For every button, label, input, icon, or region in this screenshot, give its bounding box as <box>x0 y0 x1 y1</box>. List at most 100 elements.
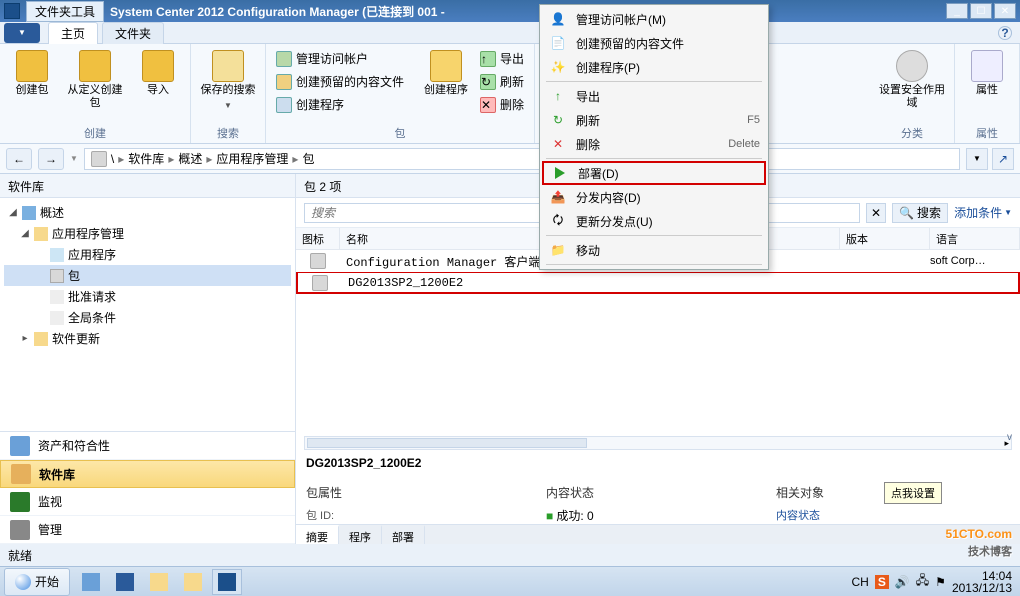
help-icon[interactable]: ? <box>998 26 1012 40</box>
clock-time[interactable]: 14:04 <box>952 570 1012 582</box>
breadcrumb[interactable]: \▸ 软件库▸ 概述▸ 应用程序管理▸ 包 <box>84 148 960 170</box>
ctx-create-program[interactable]: ✨创建程序(P) <box>542 55 766 79</box>
table-row-selected[interactable]: DG2013SP2_1200E2 <box>296 272 1020 294</box>
wunderbar-administration[interactable]: 管理 <box>0 516 295 544</box>
ctx-manage-access[interactable]: 👤管理访问帐户(M) <box>542 7 766 31</box>
refresh-icon: ↻ <box>548 112 568 128</box>
file-menu-button[interactable]: ▼ <box>4 23 40 43</box>
breadcrumb-root[interactable]: \ <box>111 152 114 166</box>
column-language[interactable]: 语言 <box>930 228 1020 249</box>
wunderbar-assets[interactable]: 资产和符合性 <box>0 432 295 460</box>
group-package-label: 包 <box>272 123 528 141</box>
create-prestaged-content-button[interactable]: 创建预留的内容文件 <box>272 71 408 92</box>
approve-icon <box>50 290 64 304</box>
detail-tab-summary[interactable]: 摘要 <box>296 525 339 544</box>
context-menu: 👤管理访问帐户(M) 📄创建预留的内容文件 ✨创建程序(P) ↑导出 ↻刷新F5… <box>539 4 769 270</box>
ctx-export[interactable]: ↑导出 <box>542 84 766 108</box>
tree-node-approve[interactable]: 批准请求 <box>68 288 116 305</box>
nav-forward-button[interactable]: → <box>38 148 64 170</box>
minimize-button[interactable]: _ <box>946 3 968 19</box>
tab-folder[interactable]: 文件夹 <box>102 22 164 44</box>
ctx-create-prestaged[interactable]: 📄创建预留的内容文件 <box>542 31 766 55</box>
export-button[interactable]: ↑导出 <box>476 48 528 69</box>
detail-tab-deployments[interactable]: 部署 <box>382 525 425 544</box>
ctx-delete[interactable]: ✕删除Delete <box>542 132 766 156</box>
global-icon <box>50 311 64 325</box>
navigation-tree[interactable]: ◢概述 ◢应用程序管理 应用程序 包 批准请求 全局条件 ▸软件更新 <box>0 198 295 431</box>
library-icon <box>11 464 31 484</box>
nav-dropdown-button[interactable]: ▼ <box>966 148 988 170</box>
column-icon[interactable]: 图标 <box>296 228 340 249</box>
clock-date[interactable]: 2013/12/13 <box>952 582 1012 594</box>
detail-collapse-icon[interactable]: v <box>1007 432 1012 443</box>
nav-back-button[interactable]: ← <box>6 148 32 170</box>
tray-flag-icon[interactable]: ⚑ <box>935 575 946 589</box>
close-button[interactable]: ✕ <box>994 3 1016 19</box>
create-program-button-small[interactable]: 创建程序 <box>272 94 408 115</box>
tree-node-appmgmt[interactable]: 应用程序管理 <box>52 225 124 242</box>
overview-icon <box>22 206 36 220</box>
manage-access-accounts-button[interactable]: 管理访问帐户 <box>272 48 408 69</box>
add-condition-link[interactable]: 添加条件▼ <box>954 204 1012 221</box>
package-icon <box>312 275 328 291</box>
taskbar-item[interactable] <box>178 569 208 595</box>
set-security-scope-button[interactable]: 设置安全作用域 <box>876 48 948 112</box>
wunderbar-monitoring[interactable]: 监视 <box>0 488 295 516</box>
detail-tab-programs[interactable]: 程序 <box>339 525 382 544</box>
search-button[interactable]: 🔍搜索 <box>892 203 948 223</box>
tree-node-updates[interactable]: 软件更新 <box>52 330 100 347</box>
properties-button[interactable]: 属性 <box>961 48 1013 99</box>
ime-indicator[interactable]: CH <box>851 575 868 589</box>
search-clear-button[interactable]: ✕ <box>866 203 886 223</box>
column-version[interactable]: 版本 <box>840 228 930 249</box>
nav-up-button[interactable]: ↗ <box>992 148 1014 170</box>
breadcrumb-item[interactable]: 软件库 <box>128 150 164 167</box>
ctx-deploy[interactable]: 部署(D) <box>542 161 766 185</box>
group-search-label: 搜索 <box>197 123 259 141</box>
status-bar: 就绪 <box>0 544 1020 566</box>
tree-node-packages[interactable]: 包 <box>68 267 80 284</box>
breadcrumb-item[interactable]: 包 <box>302 150 314 167</box>
wunderbar: 资产和符合性 软件库 监视 管理 <box>0 431 295 544</box>
refresh-button[interactable]: ↻刷新 <box>476 71 528 92</box>
tree-node-global[interactable]: 全局条件 <box>68 309 116 326</box>
row-manufacturer: soft Corp… <box>930 255 1020 267</box>
delete-button[interactable]: ✕删除 <box>476 94 528 115</box>
content-status-link[interactable]: 内容状态 <box>776 507 1010 523</box>
tab-home[interactable]: 主页 <box>48 22 98 44</box>
detail-package-props-header: 包属性 <box>306 478 526 507</box>
ctx-refresh[interactable]: ↻刷新F5 <box>542 108 766 132</box>
saved-searches-button[interactable]: 保存的搜索▼ <box>197 48 259 114</box>
detail-content-status-header: 内容状态 <box>546 478 756 507</box>
taskbar-item[interactable] <box>76 569 106 595</box>
taskbar-item[interactable] <box>110 569 140 595</box>
pkgid-label: 包 ID: <box>306 507 526 523</box>
tray-icon[interactable]: S <box>875 575 889 589</box>
start-button[interactable]: 开始 <box>4 568 70 596</box>
taskbar-item-active[interactable] <box>212 569 242 595</box>
tree-node-overview[interactable]: 概述 <box>40 204 64 221</box>
ctx-update-dp[interactable]: 🗘更新分发点(U) <box>542 209 766 233</box>
breadcrumb-item[interactable]: 应用程序管理 <box>216 150 288 167</box>
create-program-button[interactable]: 创建程序 <box>420 48 472 99</box>
package-icon <box>50 269 64 283</box>
horizontal-scrollbar[interactable]: ▸ <box>304 436 1012 450</box>
breadcrumb-item[interactable]: 概述 <box>178 150 202 167</box>
assets-icon <box>10 436 30 456</box>
ctx-distribute-content[interactable]: 📤分发内容(D) <box>542 185 766 209</box>
create-package-button[interactable]: 创建包 <box>6 48 58 99</box>
tray-icon[interactable]: 🔊 <box>895 575 910 589</box>
tree-node-apps[interactable]: 应用程序 <box>68 246 116 263</box>
package-icon <box>310 253 326 269</box>
create-from-definition-button[interactable]: 从定义创建包 <box>62 48 128 112</box>
ctx-move[interactable]: 📁移动 <box>542 238 766 262</box>
maximize-button[interactable]: ☐ <box>970 3 992 19</box>
system-tray[interactable]: CH S 🔊 🖧 ⚑ 14:04 2013/12/13 <box>843 570 1020 594</box>
folder-tools-tab[interactable]: 文件夹工具 <box>26 1 104 22</box>
windows-orb-icon <box>15 574 31 590</box>
wunderbar-software-library[interactable]: 软件库 <box>0 460 295 488</box>
import-button[interactable]: 导入 <box>132 48 184 99</box>
taskbar-item[interactable] <box>144 569 174 595</box>
package-icon <box>91 151 107 167</box>
tooltip: 点我设置 <box>884 482 942 504</box>
